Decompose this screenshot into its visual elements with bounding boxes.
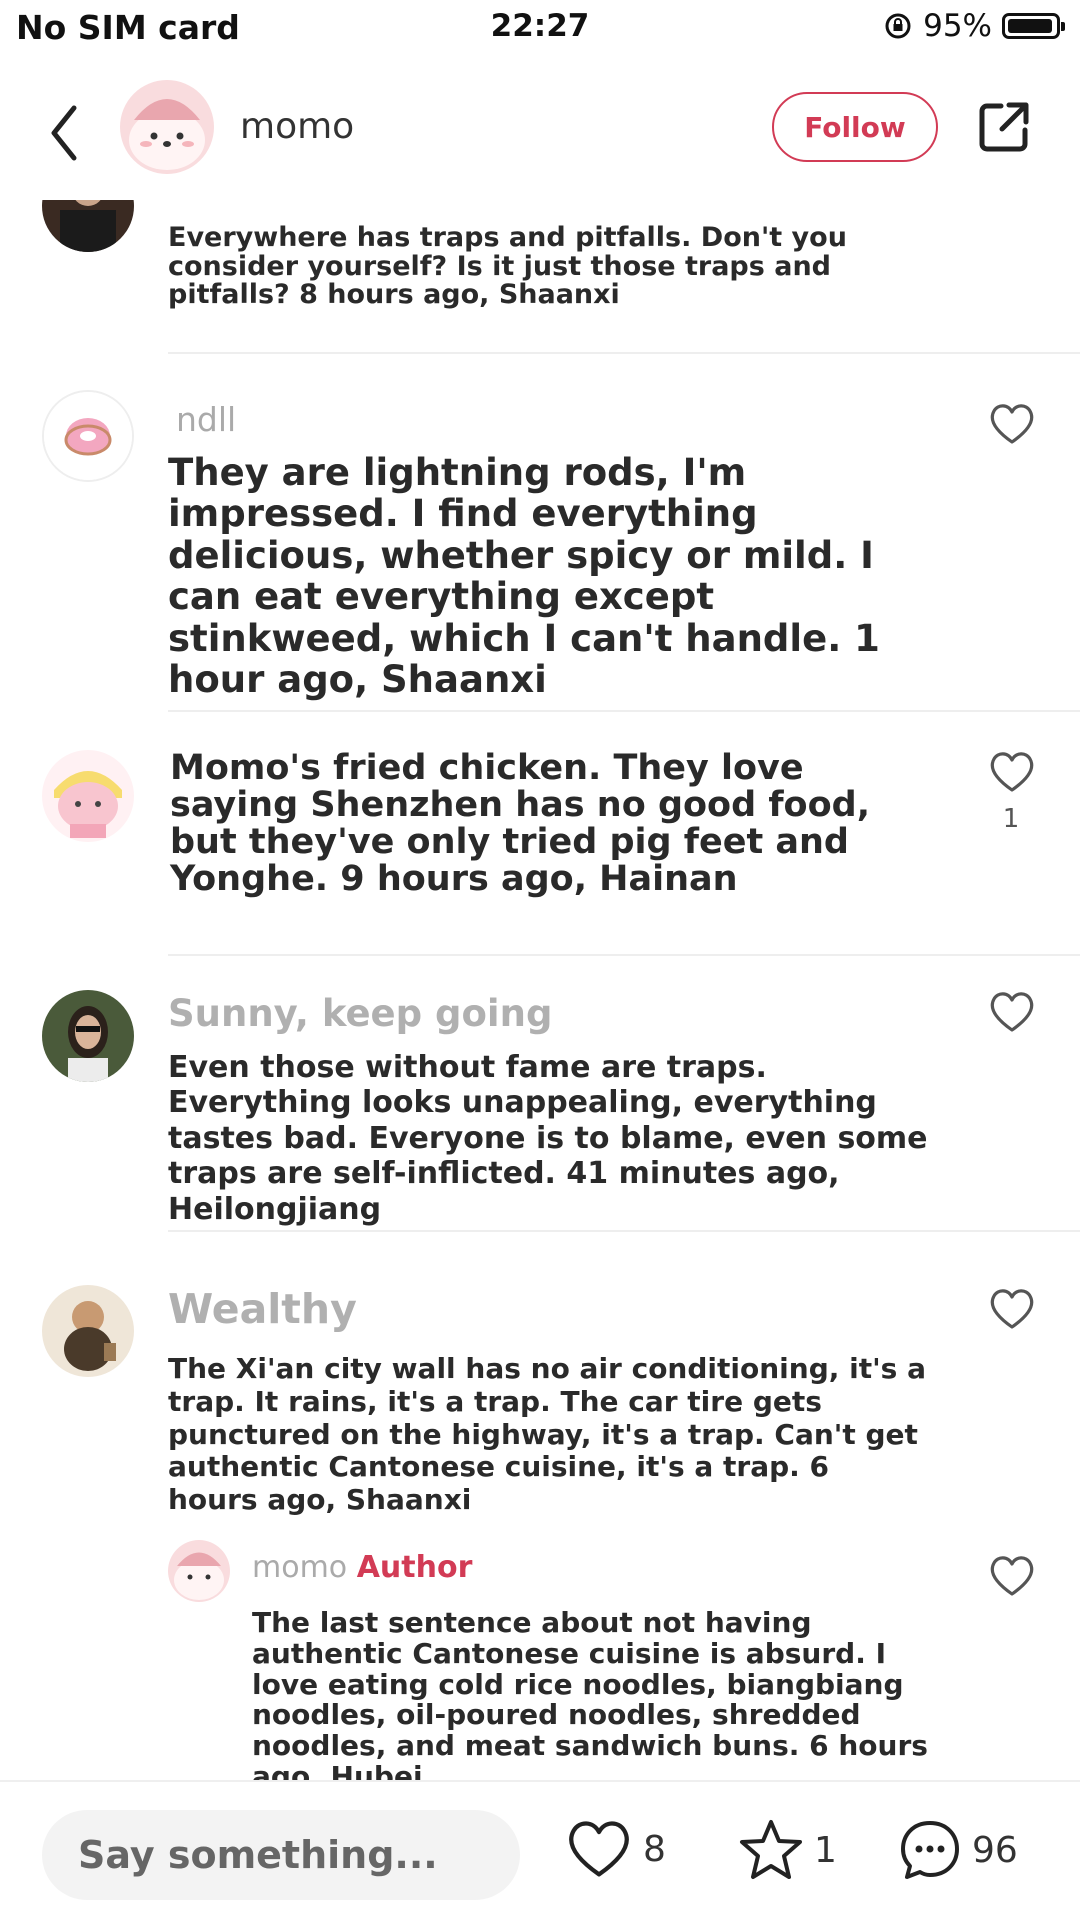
divider xyxy=(168,1230,1080,1232)
comment-avatar[interactable] xyxy=(42,990,134,1082)
author-badge: Author xyxy=(356,1550,473,1585)
donut-avatar-icon xyxy=(44,392,132,480)
comment-text: Even those without fame are traps. Every… xyxy=(168,1050,928,1227)
comment-bubble-icon xyxy=(901,1821,959,1879)
comment-avatar[interactable] xyxy=(42,200,134,252)
comment-input[interactable]: Say something... xyxy=(42,1810,520,1900)
comment-avatar[interactable] xyxy=(42,1285,134,1377)
cartoon-avatar-icon xyxy=(42,1285,134,1377)
reply-avatar[interactable] xyxy=(168,1540,230,1602)
divider xyxy=(168,954,1080,956)
battery-percent: 95% xyxy=(923,8,992,44)
heart-icon xyxy=(569,1821,629,1877)
star-icon xyxy=(740,1820,802,1879)
comment-text: Momo's fried chicken. They love saying S… xyxy=(170,748,870,900)
comment-username[interactable]: Wealthy xyxy=(168,1285,357,1333)
battery-fill xyxy=(1008,19,1052,33)
favorite-button[interactable]: 1 xyxy=(738,1818,837,1882)
comment-list[interactable]: Everywhere has traps and pitfalls. Don't… xyxy=(0,200,1080,1780)
like-button[interactable]: 8 xyxy=(565,1818,666,1880)
comment-avatar[interactable] xyxy=(42,750,134,842)
comments-button[interactable]: 96 xyxy=(898,1818,1018,1882)
comment-text: They are lightning rods, I'm impressed. … xyxy=(168,451,880,702)
status-bar: No SIM card 22:27 95% xyxy=(0,0,1080,56)
comment-avatar[interactable] xyxy=(42,390,134,482)
header-avatar[interactable] xyxy=(120,80,214,174)
heart-icon[interactable] xyxy=(988,990,1036,1034)
cartoon-avatar-icon xyxy=(42,750,134,842)
heart-icon[interactable] xyxy=(988,402,1036,446)
heart-icon[interactable] xyxy=(988,750,1036,794)
reply-username[interactable]: momo xyxy=(252,1550,347,1585)
divider xyxy=(168,710,1080,712)
divider xyxy=(168,352,1080,354)
reply-text: The last sentence about not having authe… xyxy=(252,1606,928,1780)
comment-count: 96 xyxy=(972,1829,1018,1871)
momo-avatar-icon xyxy=(120,80,214,174)
reply-item: momo Author The last sentence about not … xyxy=(0,1540,1080,1780)
favorite-count: 1 xyxy=(814,1829,837,1871)
comment-item: ndll They are lightning rods, I'm impres… xyxy=(0,390,1080,712)
share-icon[interactable] xyxy=(975,98,1033,156)
comment-text: Everywhere has traps and pitfalls. Don't… xyxy=(168,222,847,311)
comment-text: The Xi'an city wall has no air condition… xyxy=(168,1352,926,1516)
user-photo-icon xyxy=(42,200,134,252)
like-count: 8 xyxy=(643,1828,666,1870)
comment-username[interactable]: Sunny, keep going xyxy=(168,992,552,1035)
follow-button[interactable]: Follow xyxy=(772,92,938,162)
user-photo-icon xyxy=(42,990,134,1082)
comment-item: Sunny, keep going Even those without fam… xyxy=(0,990,1080,1270)
like-count: 1 xyxy=(1002,804,1020,834)
status-right: 95% xyxy=(883,8,1065,44)
rotation-lock-icon xyxy=(885,13,911,39)
battery-icon xyxy=(1002,13,1065,39)
top-nav: momo Follow xyxy=(0,60,1080,200)
comment-item: 1 Momo's fried chicken. They love saying… xyxy=(0,748,1080,975)
comment-username[interactable]: ndll xyxy=(176,400,236,439)
heart-icon[interactable] xyxy=(988,1554,1036,1598)
reply-header: momo Author xyxy=(252,1550,472,1585)
back-arrow-icon[interactable] xyxy=(40,98,90,168)
comment-item: Everywhere has traps and pitfalls. Don't… xyxy=(0,200,1080,355)
bottom-bar: Say something... 8 1 96 xyxy=(0,1780,1080,1922)
momo-avatar-icon xyxy=(168,1540,230,1602)
header-username[interactable]: momo xyxy=(240,106,354,147)
heart-icon[interactable] xyxy=(988,1287,1036,1331)
like-icon[interactable] xyxy=(988,200,1036,210)
